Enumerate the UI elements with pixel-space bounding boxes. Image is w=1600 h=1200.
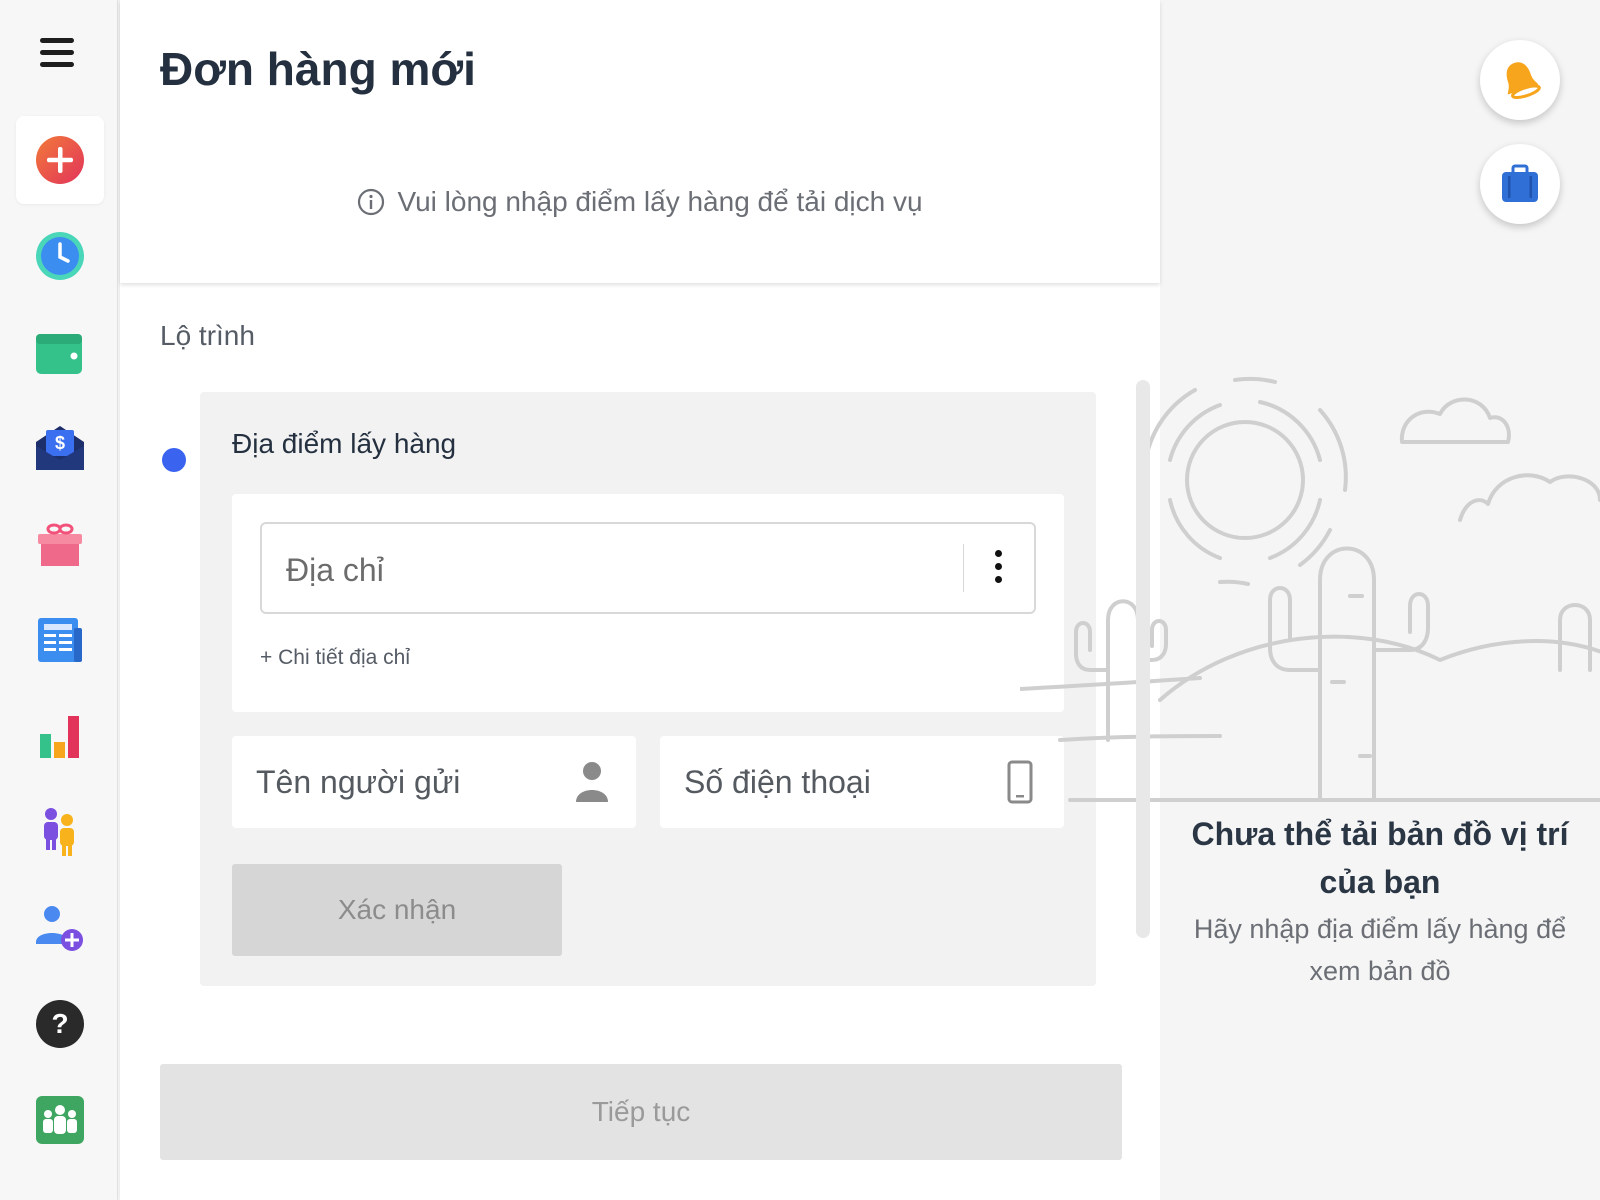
document-icon xyxy=(38,618,82,662)
sidebar-item-statistics[interactable] xyxy=(16,692,104,780)
route-section-label: Lộ trình xyxy=(160,320,255,351)
orders-button[interactable] xyxy=(1480,144,1560,224)
map-message-subtitle: Hãy nhập địa điểm lấy hàng để xem bản đồ xyxy=(1193,914,1567,986)
address-input[interactable]: Địa chỉ xyxy=(260,522,1036,614)
order-panel: Đơn hàng mới Vui lòng nhập điểm lấy hàng… xyxy=(120,0,1160,1200)
panel-header: Đơn hàng mới Vui lòng nhập điểm lấy hàng… xyxy=(120,0,1160,283)
info-text: Vui lòng nhập điểm lấy hàng để tải dịch … xyxy=(397,186,923,217)
sender-name-field[interactable]: Tên người gửi xyxy=(232,736,636,828)
address-box: Địa chỉ + Chi tiết địa chỉ xyxy=(232,494,1064,712)
sidebar-item-invite[interactable] xyxy=(16,884,104,972)
address-placeholder: Địa chỉ xyxy=(286,552,384,588)
gift-icon xyxy=(38,523,82,566)
clock-icon xyxy=(36,232,84,280)
svg-text:$: $ xyxy=(55,433,65,453)
pickup-dot xyxy=(162,448,186,472)
phone-placeholder: Số điện thoại xyxy=(684,764,871,800)
sidebar-item-payment[interactable]: $ xyxy=(16,404,104,492)
sidebar-item-help[interactable]: ? xyxy=(16,980,104,1068)
continue-button[interactable]: Tiếp tục xyxy=(160,1064,1122,1160)
wallet-icon xyxy=(36,334,82,374)
sender-placeholder: Tên người gửi xyxy=(256,764,461,800)
sidebar-item-wallet[interactable] xyxy=(16,308,104,396)
sidebar-item-drivers[interactable] xyxy=(16,788,104,876)
sidebar-item-new-order[interactable] xyxy=(16,116,104,204)
input-divider xyxy=(963,544,964,592)
money-envelope-icon: $ xyxy=(36,426,84,470)
sidebar-item-community[interactable] xyxy=(16,1076,104,1164)
pickup-card: Địa điểm lấy hàng Địa chỉ + Chi tiết địa… xyxy=(200,392,1096,986)
map-message-title: Chưa thể tải bản đồ vị trí của bạn xyxy=(1191,816,1569,900)
service-info-message: Vui lòng nhập điểm lấy hàng để tải dịch … xyxy=(120,186,1160,218)
bell-icon xyxy=(1506,62,1541,100)
svg-text:?: ? xyxy=(51,1008,68,1039)
people-icon xyxy=(44,808,74,856)
phone-number-field[interactable]: Số điện thoại xyxy=(660,736,1064,828)
hamburger-menu-icon[interactable] xyxy=(40,38,80,72)
sidebar-item-gifts[interactable] xyxy=(16,500,104,588)
page-title: Đơn hàng mới xyxy=(160,43,476,95)
address-detail-link[interactable]: + Chi tiết địa chỉ xyxy=(260,646,410,670)
add-circle-icon xyxy=(36,136,84,184)
map-message: Chưa thể tải bản đồ vị trí của bạn Hãy n… xyxy=(1166,810,1594,992)
sidebar-item-history[interactable] xyxy=(16,212,104,300)
group-icon xyxy=(36,1096,84,1144)
help-icon: ? xyxy=(36,1000,84,1048)
sidebar-item-reports[interactable] xyxy=(16,596,104,684)
confirm-button[interactable]: Xác nhận xyxy=(232,864,562,956)
notification-button[interactable] xyxy=(1480,40,1560,120)
more-options-icon[interactable] xyxy=(988,550,1008,590)
add-user-icon xyxy=(36,906,83,951)
person-icon xyxy=(576,762,608,802)
briefcase-icon xyxy=(1502,164,1538,202)
scrollbar[interactable] xyxy=(1136,380,1150,938)
sidebar: $ ? xyxy=(0,0,118,1200)
bar-chart-icon xyxy=(40,716,79,758)
info-icon xyxy=(358,188,385,216)
mobile-phone-icon xyxy=(1007,760,1033,804)
pickup-title: Địa điểm lấy hàng xyxy=(232,428,457,459)
